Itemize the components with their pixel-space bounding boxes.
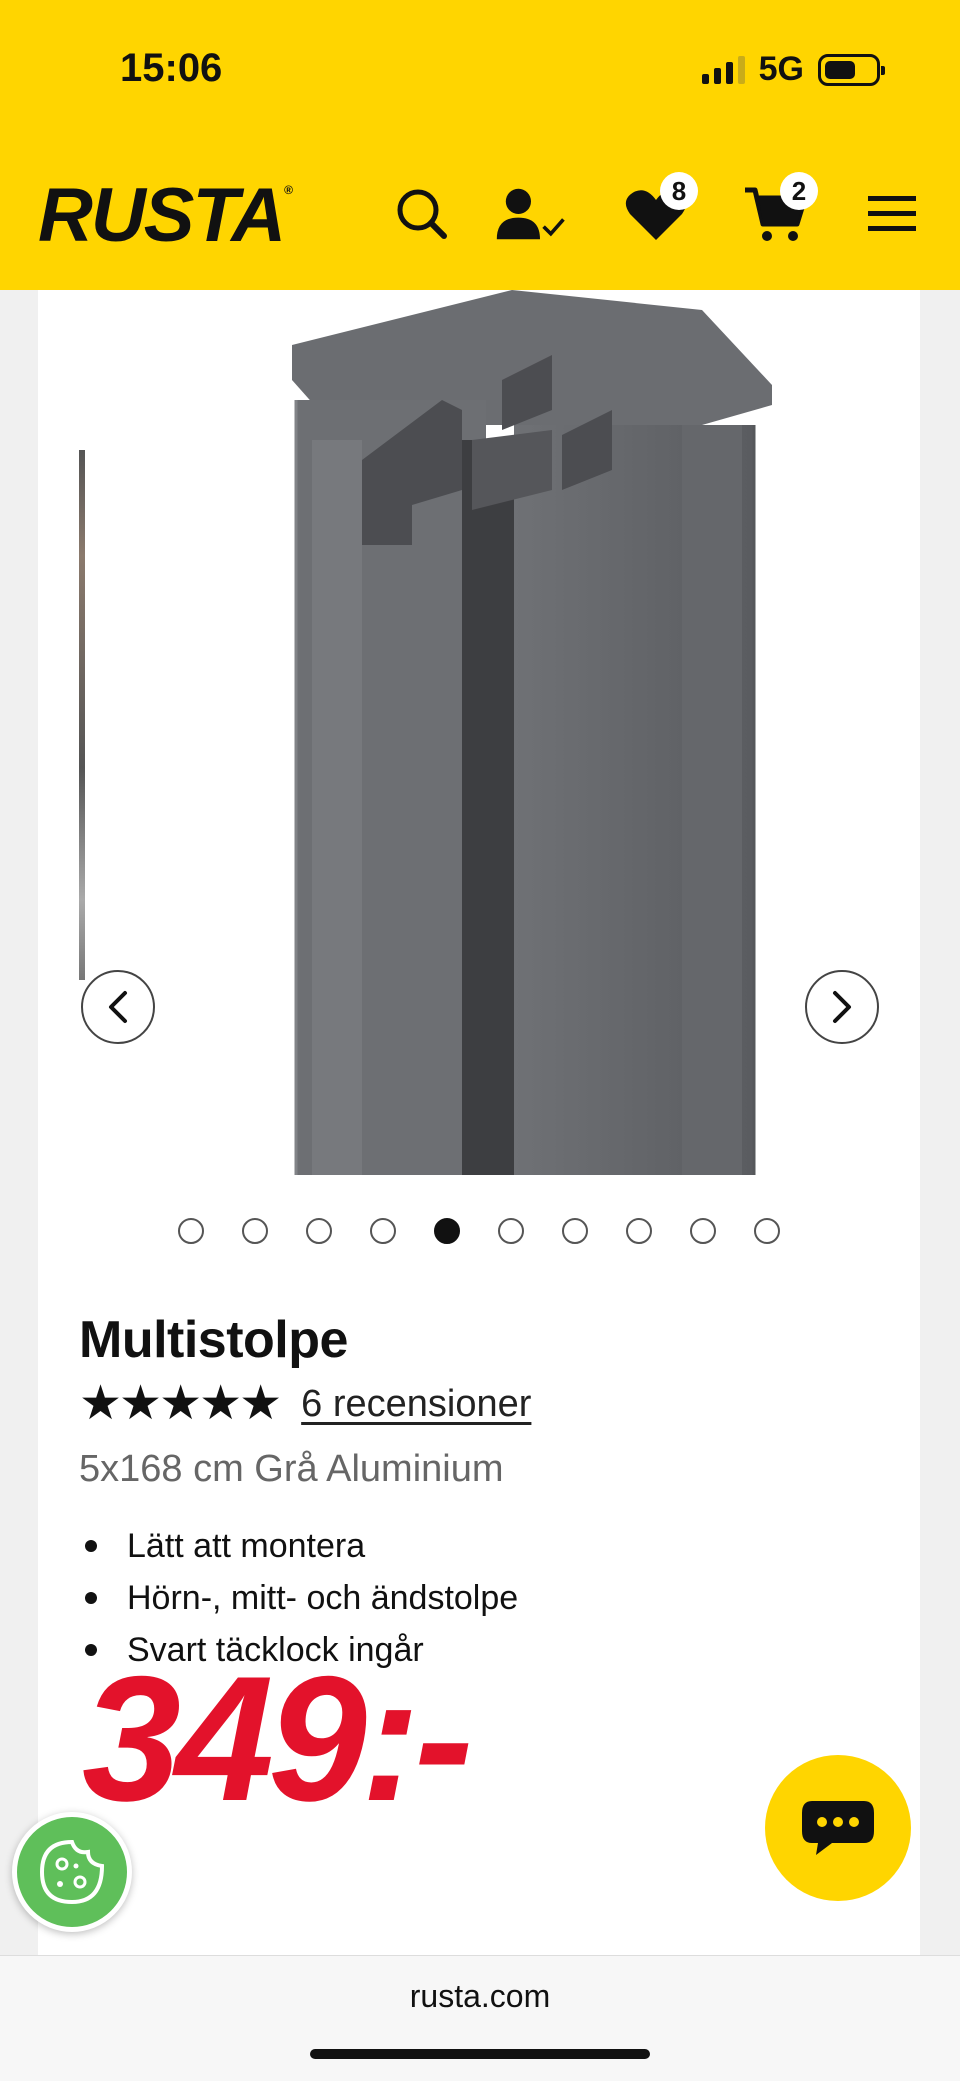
status-indicators: 5G (701, 50, 885, 89)
gallery-prev-button[interactable] (81, 970, 155, 1044)
chevron-left-icon (109, 991, 127, 1023)
gallery-pagination (38, 1218, 920, 1244)
rusta-logo[interactable]: RUSTA® (38, 178, 293, 254)
url-label[interactable]: rusta.com (0, 1978, 960, 2015)
reviews-link[interactable]: 6 recensioner (301, 1383, 531, 1426)
network-label: 5G (758, 50, 804, 88)
gallery-dot[interactable] (626, 1218, 652, 1244)
product-image[interactable] (252, 290, 812, 1175)
cookie-icon (39, 1839, 105, 1905)
signal-icon (701, 55, 745, 84)
gallery-dot[interactable] (434, 1218, 460, 1244)
chat-bubble-icon (802, 1801, 874, 1855)
product-rating: ★★★★★ 6 recensioner (79, 1380, 531, 1428)
menu-icon[interactable] (856, 178, 928, 250)
gallery-dot[interactable] (306, 1218, 332, 1244)
wishlist-count-badge: 8 (660, 172, 698, 210)
gallery-dot[interactable] (754, 1218, 780, 1244)
status-time: 15:06 (120, 46, 223, 90)
gallery-dot[interactable] (498, 1218, 524, 1244)
gallery-dot[interactable] (370, 1218, 396, 1244)
search-icon[interactable] (386, 178, 458, 250)
cookie-settings-button[interactable] (12, 1812, 132, 1932)
wishlist-button[interactable]: 8 (620, 172, 698, 250)
feature-item: Lätt att montera (79, 1520, 518, 1572)
browser-bar: rusta.com (0, 1955, 960, 2081)
feature-item: Hörn-, mitt- och ändstolpe (79, 1572, 518, 1624)
product-card: Multistolpe ★★★★★ 6 recensioner 5x168 cm… (38, 290, 920, 1955)
gallery-dot[interactable] (562, 1218, 588, 1244)
product-price: 349:- (82, 1639, 474, 1838)
gallery-dot[interactable] (242, 1218, 268, 1244)
battery-icon (818, 53, 885, 86)
gallery-next-button[interactable] (805, 970, 879, 1044)
cart-button[interactable]: 2 (740, 172, 818, 250)
product-title: Multistolpe (79, 1311, 348, 1369)
chevron-right-icon (833, 991, 851, 1023)
home-indicator[interactable] (310, 2049, 650, 2059)
chat-button[interactable] (765, 1755, 911, 1901)
cart-count-badge: 2 (780, 172, 818, 210)
gallery-dot[interactable] (178, 1218, 204, 1244)
site-header: 15:06 5G RUSTA® 8 2 (0, 0, 960, 290)
product-subtitle: 5x168 cm Grå Aluminium (79, 1448, 504, 1490)
thumbnail-strip[interactable] (79, 450, 85, 980)
account-icon[interactable] (495, 178, 567, 250)
rating-stars: ★★★★★ (79, 1377, 282, 1430)
gallery-dot[interactable] (690, 1218, 716, 1244)
